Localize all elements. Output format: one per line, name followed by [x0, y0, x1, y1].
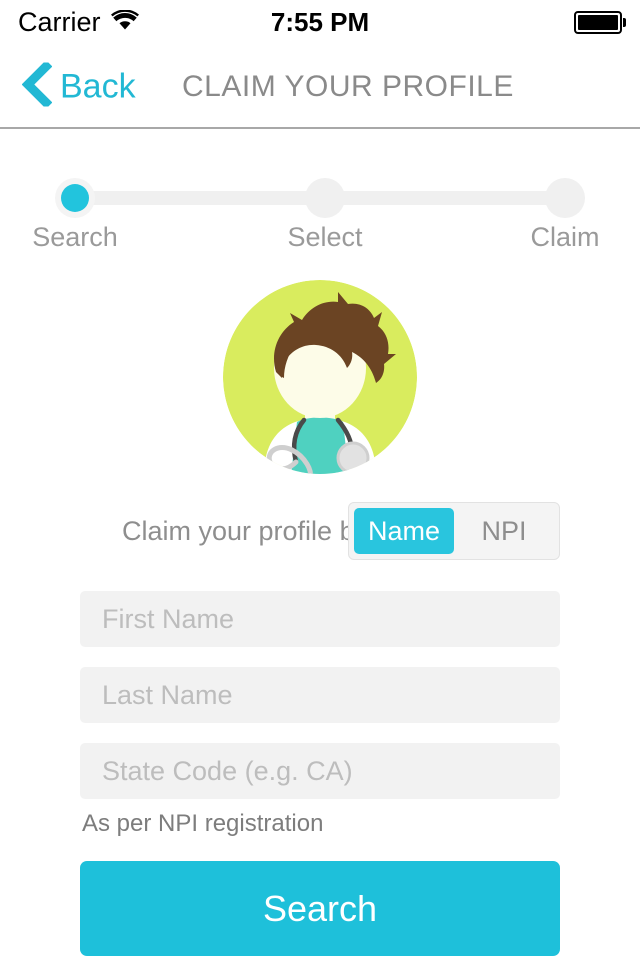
- step-dot-search[interactable]: [55, 178, 95, 218]
- step-label-select: Select: [287, 222, 363, 252]
- app-screen: Carrier 7:55 PM Back CLAIM YOUR PROFILE …: [0, 0, 640, 960]
- claim-method-row: Claim your profile by Name NPI: [0, 500, 640, 562]
- segment-name[interactable]: Name: [354, 508, 454, 554]
- progress-stepper: [0, 178, 640, 218]
- segment-npi[interactable]: NPI: [454, 508, 554, 554]
- navigation-bar: Back CLAIM YOUR PROFILE: [0, 44, 640, 129]
- claim-method-segmented-control[interactable]: Name NPI: [348, 502, 560, 560]
- battery-icon: [574, 10, 626, 34]
- chevron-left-icon: [21, 59, 53, 111]
- stepper-labels: Search Select Claim: [0, 222, 640, 254]
- back-label: Back: [60, 67, 136, 105]
- step-label-search: Search: [32, 222, 118, 252]
- step-dot-select[interactable]: [305, 178, 345, 218]
- status-bar-time: 7:55 PM: [270, 6, 370, 37]
- first-name-input[interactable]: [80, 591, 560, 647]
- back-button[interactable]: Back: [21, 59, 136, 111]
- nav-divider: [0, 127, 640, 129]
- state-code-input[interactable]: [80, 743, 560, 799]
- status-bar: Carrier 7:55 PM: [0, 0, 640, 44]
- search-button[interactable]: Search: [80, 861, 560, 956]
- segment-caption: Claim your profile by: [122, 516, 369, 546]
- doctor-avatar-icon: [220, 280, 420, 475]
- step-label-claim: Claim: [530, 222, 600, 252]
- page-title: CLAIM YOUR PROFILE: [182, 69, 514, 103]
- last-name-input[interactable]: [80, 667, 560, 723]
- helper-text: As per NPI registration: [82, 810, 324, 837]
- step-dot-claim[interactable]: [545, 178, 585, 218]
